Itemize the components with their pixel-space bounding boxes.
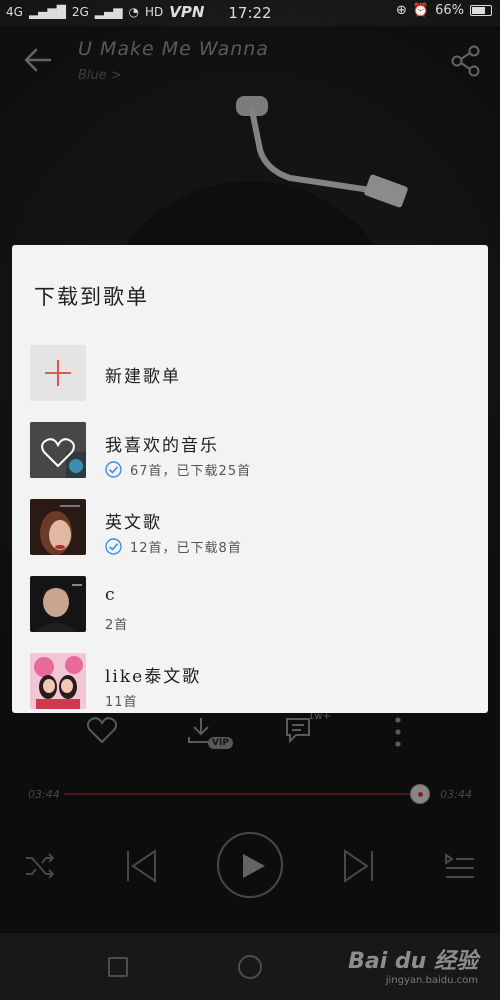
battery-percent: 66% [435,3,464,18]
playlist-row[interactable]: 我喜欢的音乐 67首，已下载25首 [12,417,488,494]
playlist-name: like泰文歌 [105,667,202,687]
playlist-meta: 12首，已下载8首 [105,537,242,556]
plus-icon [45,360,71,386]
new-playlist-thumb [30,345,86,401]
alarm-icon: ⏰ [412,3,430,18]
playlist-name: 英文歌 [105,513,162,533]
playlist-cover [30,422,86,478]
playlist-row[interactable]: like泰文歌 11首 [12,648,488,713]
playlist-list: 新建歌单 我喜欢的音乐 67首，已下载25首 英文歌 12首，已下载8首 c 2… [12,340,488,713]
new-playlist-label: 新建歌单 [105,367,181,387]
status-bar: 4G ▂▄▆█ 2G ▂▄▆ ◔ HD VPN 17:22 ⊕ ⏰ 66% [0,0,500,26]
downloaded-check-icon [105,538,122,555]
album-cover-portrait [30,499,86,555]
dialog-title: 下载到歌单 [34,285,149,309]
playlist-meta: 2首 [105,614,128,633]
playlist-name: c [105,585,117,605]
playlist-count: 2首 [105,618,129,633]
playlist-meta: 67首，已下载25首 [105,460,251,479]
playlist-count: 12首，已下载8首 [130,541,242,556]
download-to-playlist-dialog: 下载到歌单 新建歌单 我喜欢的音乐 67首，已下载25首 英文歌 12首，已下载… [12,245,488,713]
lock-icon: ⊕ [396,3,407,18]
heart-cover-icon [30,422,86,478]
playlist-meta: 11首 [105,691,138,710]
playlist-cover [30,576,86,632]
playlist-row[interactable]: c 2首 [12,571,488,648]
playlist-cover [30,499,86,555]
album-cover-portrait [30,576,86,632]
playlist-name: 我喜欢的音乐 [105,436,219,456]
album-cover-portrait [30,653,86,709]
playlist-row[interactable]: 英文歌 12首，已下载8首 [12,494,488,571]
new-playlist-row[interactable]: 新建歌单 [12,340,488,417]
playlist-count: 11首 [105,695,138,710]
downloaded-check-icon [105,461,122,478]
playlist-count: 67首，已下载25首 [130,464,252,479]
playlist-cover [30,653,86,709]
battery-icon [470,5,492,16]
